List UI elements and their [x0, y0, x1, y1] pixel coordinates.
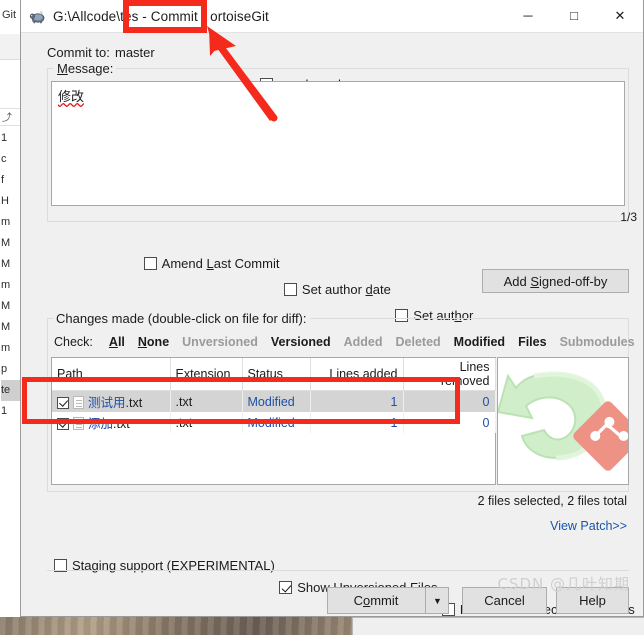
commit-message-text: 修改 [58, 90, 85, 105]
filter-versioned[interactable]: Versioned [271, 335, 331, 349]
view-patch-link[interactable]: View Patch>> [550, 519, 627, 533]
checkbox-box [279, 581, 293, 594]
filter-added: Added [343, 335, 383, 349]
bg-list-item: f [1, 174, 5, 186]
commit-button-label: Commit [353, 593, 399, 608]
bg-list-item-selected: te [1, 380, 22, 401]
signed-off-label: Add Signed-off-by [503, 273, 608, 289]
title-bar[interactable]: G:\Allcode\tes - Commit - ortoiseGit ─ □… [21, 0, 643, 33]
message-group-label: Message: [54, 61, 117, 76]
bg-list-item: m [1, 216, 11, 228]
background-window-title: Git [0, 0, 22, 34]
add-signed-off-by-button[interactable]: Add Signed-off-by [482, 269, 629, 293]
amend-last-commit-checkbox[interactable]: Amend Last Commit [143, 256, 280, 271]
message-label-mnemonic: M [57, 61, 68, 76]
commit-message-input[interactable]: 修改 [51, 81, 625, 206]
bg-list-item: m [1, 279, 11, 291]
commit-dropdown-button[interactable]: ▼ [425, 587, 449, 614]
background-window-column-header: ⤴ [0, 108, 22, 126]
window-controls: ─ □ ✕ [505, 0, 643, 33]
set-author-date-label: Set author date [301, 282, 391, 297]
background-window-taskbar-strip[interactable] [352, 617, 644, 635]
bg-list-item: p [1, 363, 8, 375]
commit-to-label: Commit to: [47, 45, 110, 60]
bg-list-item: H [1, 195, 9, 207]
tortoisegit-logo-panel [497, 357, 629, 485]
checkbox-box [143, 257, 157, 270]
footer-separator [47, 570, 629, 571]
files-summary-text: 2 files selected, 2 files total [477, 494, 627, 508]
bg-list-item: M [1, 237, 11, 249]
commit-to-branch-value[interactable]: master [115, 45, 155, 60]
check-label: Check: [54, 335, 93, 349]
filter-files[interactable]: Files [518, 335, 547, 349]
tortoise-turtle-icon [29, 8, 46, 25]
bg-list-item: c [1, 153, 7, 165]
bg-list-item: m [1, 342, 11, 354]
minimize-button[interactable]: ─ [505, 0, 551, 32]
checkbox-box [283, 283, 297, 296]
filter-submodules: Submodules [559, 335, 635, 349]
set-author-date-checkbox[interactable]: Set author date [283, 282, 391, 297]
csdn-watermark: CSDN @几叶知期 [497, 575, 630, 593]
annotation-rect-file-list [22, 377, 460, 424]
tortoisegit-logo-icon [498, 371, 628, 471]
background-window-left[interactable]: Git ⤴ 1 c f H m M M m M M m p te 1 [0, 0, 22, 617]
check-filter-row: Check: All None Unversioned Versioned Ad… [54, 335, 644, 349]
filter-modified[interactable]: Modified [454, 335, 505, 349]
bg-list-item: 1 [1, 132, 8, 144]
background-window-list[interactable]: 1 c f H m M M m M M m p te 1 [0, 128, 22, 458]
commit-dialog: G:\Allcode\tes - Commit - ortoiseGit ─ □… [20, 0, 644, 617]
maximize-button[interactable]: □ [551, 0, 597, 32]
changes-group-label: Changes made (double-click on file for d… [53, 311, 310, 326]
filter-all[interactable]: All [109, 335, 125, 349]
bg-list-item: M [1, 300, 11, 312]
bg-list-item: 1 [1, 405, 8, 417]
bg-list-item: M [1, 258, 11, 270]
bg-list-item: M [1, 321, 11, 333]
annotation-arrow [207, 26, 278, 122]
message-counter: 1/3 [620, 210, 637, 224]
filter-deleted: Deleted [395, 335, 441, 349]
background-window-toolbar[interactable] [0, 34, 22, 60]
filter-none[interactable]: None [138, 335, 169, 349]
close-button[interactable]: ✕ [597, 0, 643, 32]
amend-label: Amend Last Commit [161, 256, 280, 271]
filter-unversioned: Unversioned [182, 335, 258, 349]
